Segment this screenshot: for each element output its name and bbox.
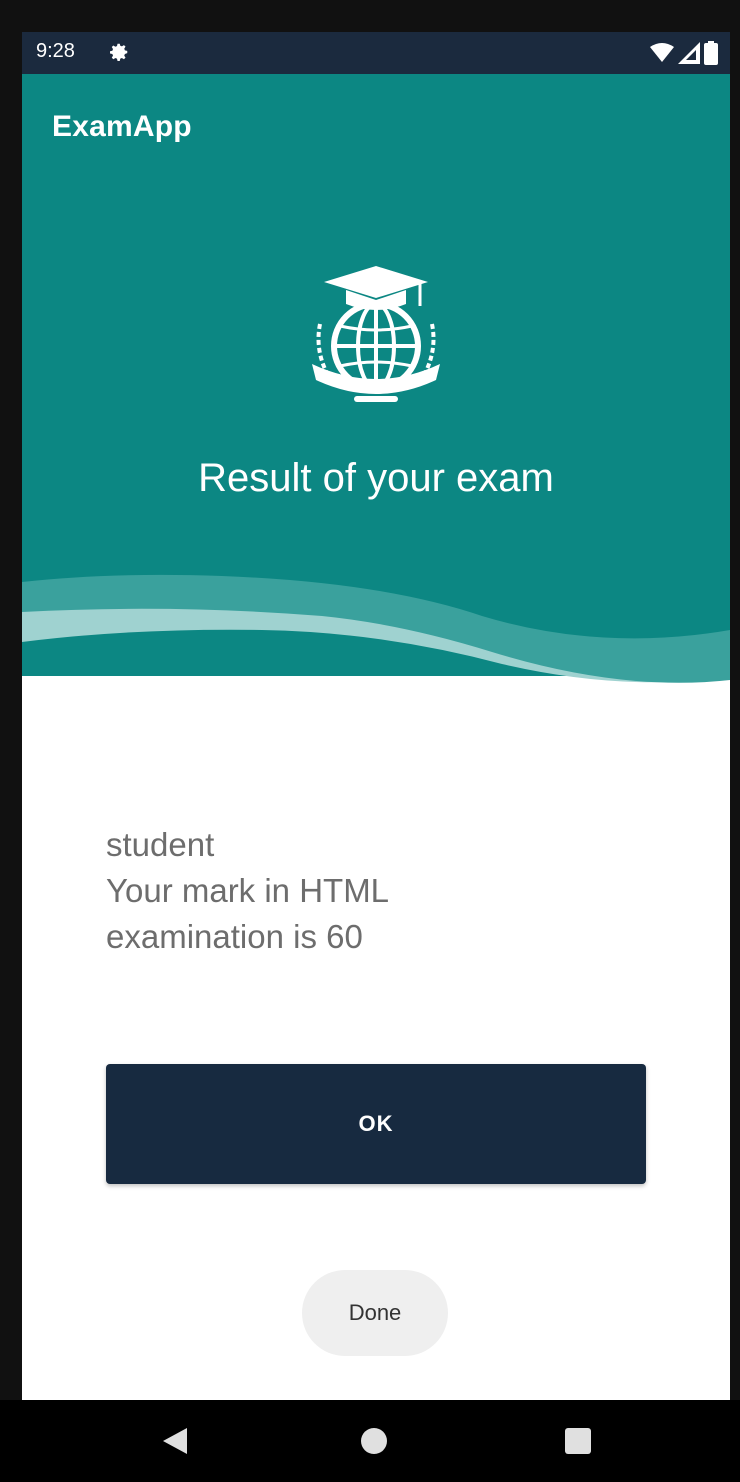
back-button[interactable] bbox=[135, 1400, 215, 1482]
national-university-logo bbox=[312, 266, 440, 402]
status-bar: 9:28 bbox=[22, 32, 730, 74]
home-icon bbox=[361, 1428, 387, 1454]
ok-button[interactable]: OK bbox=[106, 1064, 646, 1184]
device-frame: 9:28 ExamApp Result of your exam student… bbox=[0, 0, 740, 1482]
navigation-bar bbox=[0, 1400, 740, 1482]
recents-button[interactable] bbox=[538, 1400, 618, 1482]
student-name: student bbox=[106, 826, 215, 863]
app-bar: ExamApp bbox=[22, 74, 730, 177]
mark-line: Your mark in HTML bbox=[106, 872, 390, 909]
header-wave bbox=[22, 552, 730, 683]
status-icons bbox=[650, 41, 718, 65]
gear-icon bbox=[110, 43, 128, 61]
status-time: 9:28 bbox=[36, 40, 75, 62]
app-screen: 9:28 ExamApp Result of your exam student… bbox=[22, 32, 730, 1400]
done-button[interactable]: Done bbox=[302, 1270, 448, 1356]
home-button[interactable] bbox=[334, 1400, 414, 1482]
signal-icon bbox=[678, 42, 700, 64]
app-title: ExamApp bbox=[52, 110, 192, 143]
battery-icon bbox=[704, 41, 718, 65]
wifi-icon bbox=[650, 43, 674, 62]
result-message: student Your mark in HTML examination is… bbox=[106, 822, 666, 960]
recents-icon bbox=[565, 1428, 591, 1454]
back-icon bbox=[163, 1428, 187, 1454]
result-title: Result of your exam bbox=[198, 456, 554, 500]
mark-value-line: examination is 60 bbox=[106, 918, 363, 955]
